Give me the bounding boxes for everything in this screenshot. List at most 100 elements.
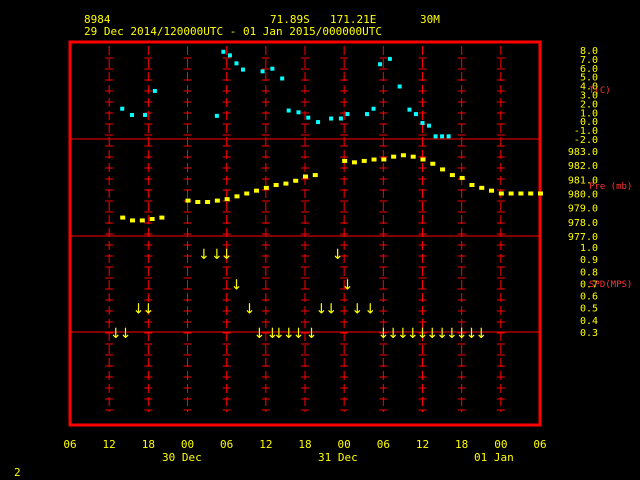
pressure-point [528, 191, 534, 196]
x-tick-label: 06 [220, 438, 233, 451]
temperature-point [407, 107, 412, 112]
y-tick-label: 1.0 [580, 243, 598, 254]
pressure-point [469, 183, 475, 187]
pressure-point [244, 191, 250, 196]
y-tick-label: 0.5 [580, 304, 598, 315]
day-label-30-dec: 30 Dec [162, 451, 202, 464]
temperature-point [338, 116, 343, 121]
x-tick-label: 12 [259, 438, 272, 451]
temperature-point [420, 120, 425, 125]
pressure-point [351, 160, 357, 165]
wind-arrow: ↓ [325, 302, 337, 318]
temperature-point [143, 112, 148, 117]
temperature-point [413, 112, 418, 117]
pressure-point [205, 200, 211, 204]
pressure-point [391, 154, 397, 159]
pressure-point [214, 198, 220, 203]
x-axis-ticks: 06 12 18 00 06 12 18 00 06 12 18 00 06 [63, 438, 546, 451]
temperature-point [130, 112, 135, 117]
temperature-point [221, 49, 226, 54]
wind-arrow: ↓ [244, 302, 256, 318]
temperature-point [345, 112, 350, 117]
pressure-point [518, 191, 524, 196]
pressure-point [149, 217, 155, 221]
y-tick-label: 982.0 [568, 161, 598, 172]
y-tick-label: 0.3 [580, 328, 598, 339]
pressure-point [130, 218, 136, 223]
x-tick-label: 00 [181, 438, 194, 451]
temperature-series [120, 49, 451, 139]
temperature-point [280, 76, 285, 81]
pressure-point [400, 153, 406, 158]
wind-arrow: ↓ [221, 247, 233, 263]
station-time-series-chart: 8984 71.89S 171.21E 30M 29 Dec 2014/1200… [14, 13, 632, 479]
pressure-point [224, 197, 230, 202]
wind-arrow: ↓ [253, 326, 265, 342]
wind-speed-axis-label: SPD(MPS) [589, 280, 632, 290]
pressure-point [479, 185, 485, 190]
pressure-point [120, 215, 126, 220]
x-tick-label: 12 [416, 438, 429, 451]
time-gridlines [105, 46, 505, 412]
temperature-point [440, 134, 445, 139]
pressure-axis-label: Pre (mb) [589, 182, 632, 192]
page-number: 2 [14, 466, 21, 479]
temperature-point [214, 113, 219, 118]
temperature-point [260, 69, 265, 74]
temperature-point [397, 84, 402, 89]
temperature-point [152, 88, 157, 93]
wind-arrow: ↓ [332, 247, 344, 263]
wind-arrow: ↓ [351, 302, 363, 318]
pressure-point [293, 178, 299, 183]
pressure-point [195, 200, 201, 204]
pressure-point [489, 188, 495, 193]
pressure-point [234, 194, 240, 199]
temperature-point [120, 106, 125, 111]
temperature-point [387, 56, 392, 61]
y-tick-label: 978.0 [568, 218, 598, 229]
wind-arrow: ↓ [475, 326, 487, 342]
sampling-interval: 30M [420, 13, 440, 26]
day-label-31-dec: 31 Dec [318, 451, 358, 464]
wind-arrow: ↓ [364, 302, 376, 318]
y-tick-label: 0.4 [580, 316, 598, 327]
wind-arrow: ↓ [231, 277, 243, 293]
pressure-point [273, 183, 279, 187]
wind-arrow: ↓ [142, 302, 154, 318]
pressure-point [185, 198, 191, 203]
wind-arrow: ↓ [293, 326, 305, 342]
pressure-point [459, 175, 465, 180]
pressure-point [139, 218, 145, 223]
pressure-point [508, 191, 514, 196]
temperature-point [329, 116, 334, 121]
wind-arrow: ↓ [306, 326, 318, 342]
temperature-point [296, 110, 301, 115]
temperature-point [446, 134, 451, 139]
temperature-point [227, 53, 232, 58]
temperature-point [371, 106, 376, 111]
x-tick-label: 12 [103, 438, 116, 451]
x-tick-label: 06 [63, 438, 76, 451]
temperature-point [234, 61, 239, 66]
y-tick-label: 0.8 [580, 267, 598, 278]
y-tick-label: 983.0 [568, 147, 598, 158]
x-tick-label: 18 [142, 438, 155, 451]
x-tick-label: 18 [455, 438, 468, 451]
pressure-point [263, 185, 269, 190]
pressure-point [361, 158, 367, 163]
x-tick-label: 06 [377, 438, 390, 451]
wind-arrow: ↓ [120, 326, 132, 342]
time-range: 29 Dec 2014/120000UTC - 01 Jan 2015/0000… [84, 25, 382, 38]
pressure-point [538, 191, 543, 196]
y-tick-label: 0.9 [580, 255, 598, 266]
pressure-point [254, 188, 260, 193]
wind-arrow: ↓ [342, 277, 354, 293]
pressure-point [430, 161, 436, 166]
temperature-point [365, 112, 370, 117]
temperature-axis-label: T(C) [589, 86, 611, 96]
x-tick-label: 06 [533, 438, 546, 451]
pressure-point [283, 181, 289, 186]
pressure-point [342, 158, 348, 163]
temperature-point [240, 67, 245, 72]
y-tick-label: 977.0 [568, 232, 598, 243]
